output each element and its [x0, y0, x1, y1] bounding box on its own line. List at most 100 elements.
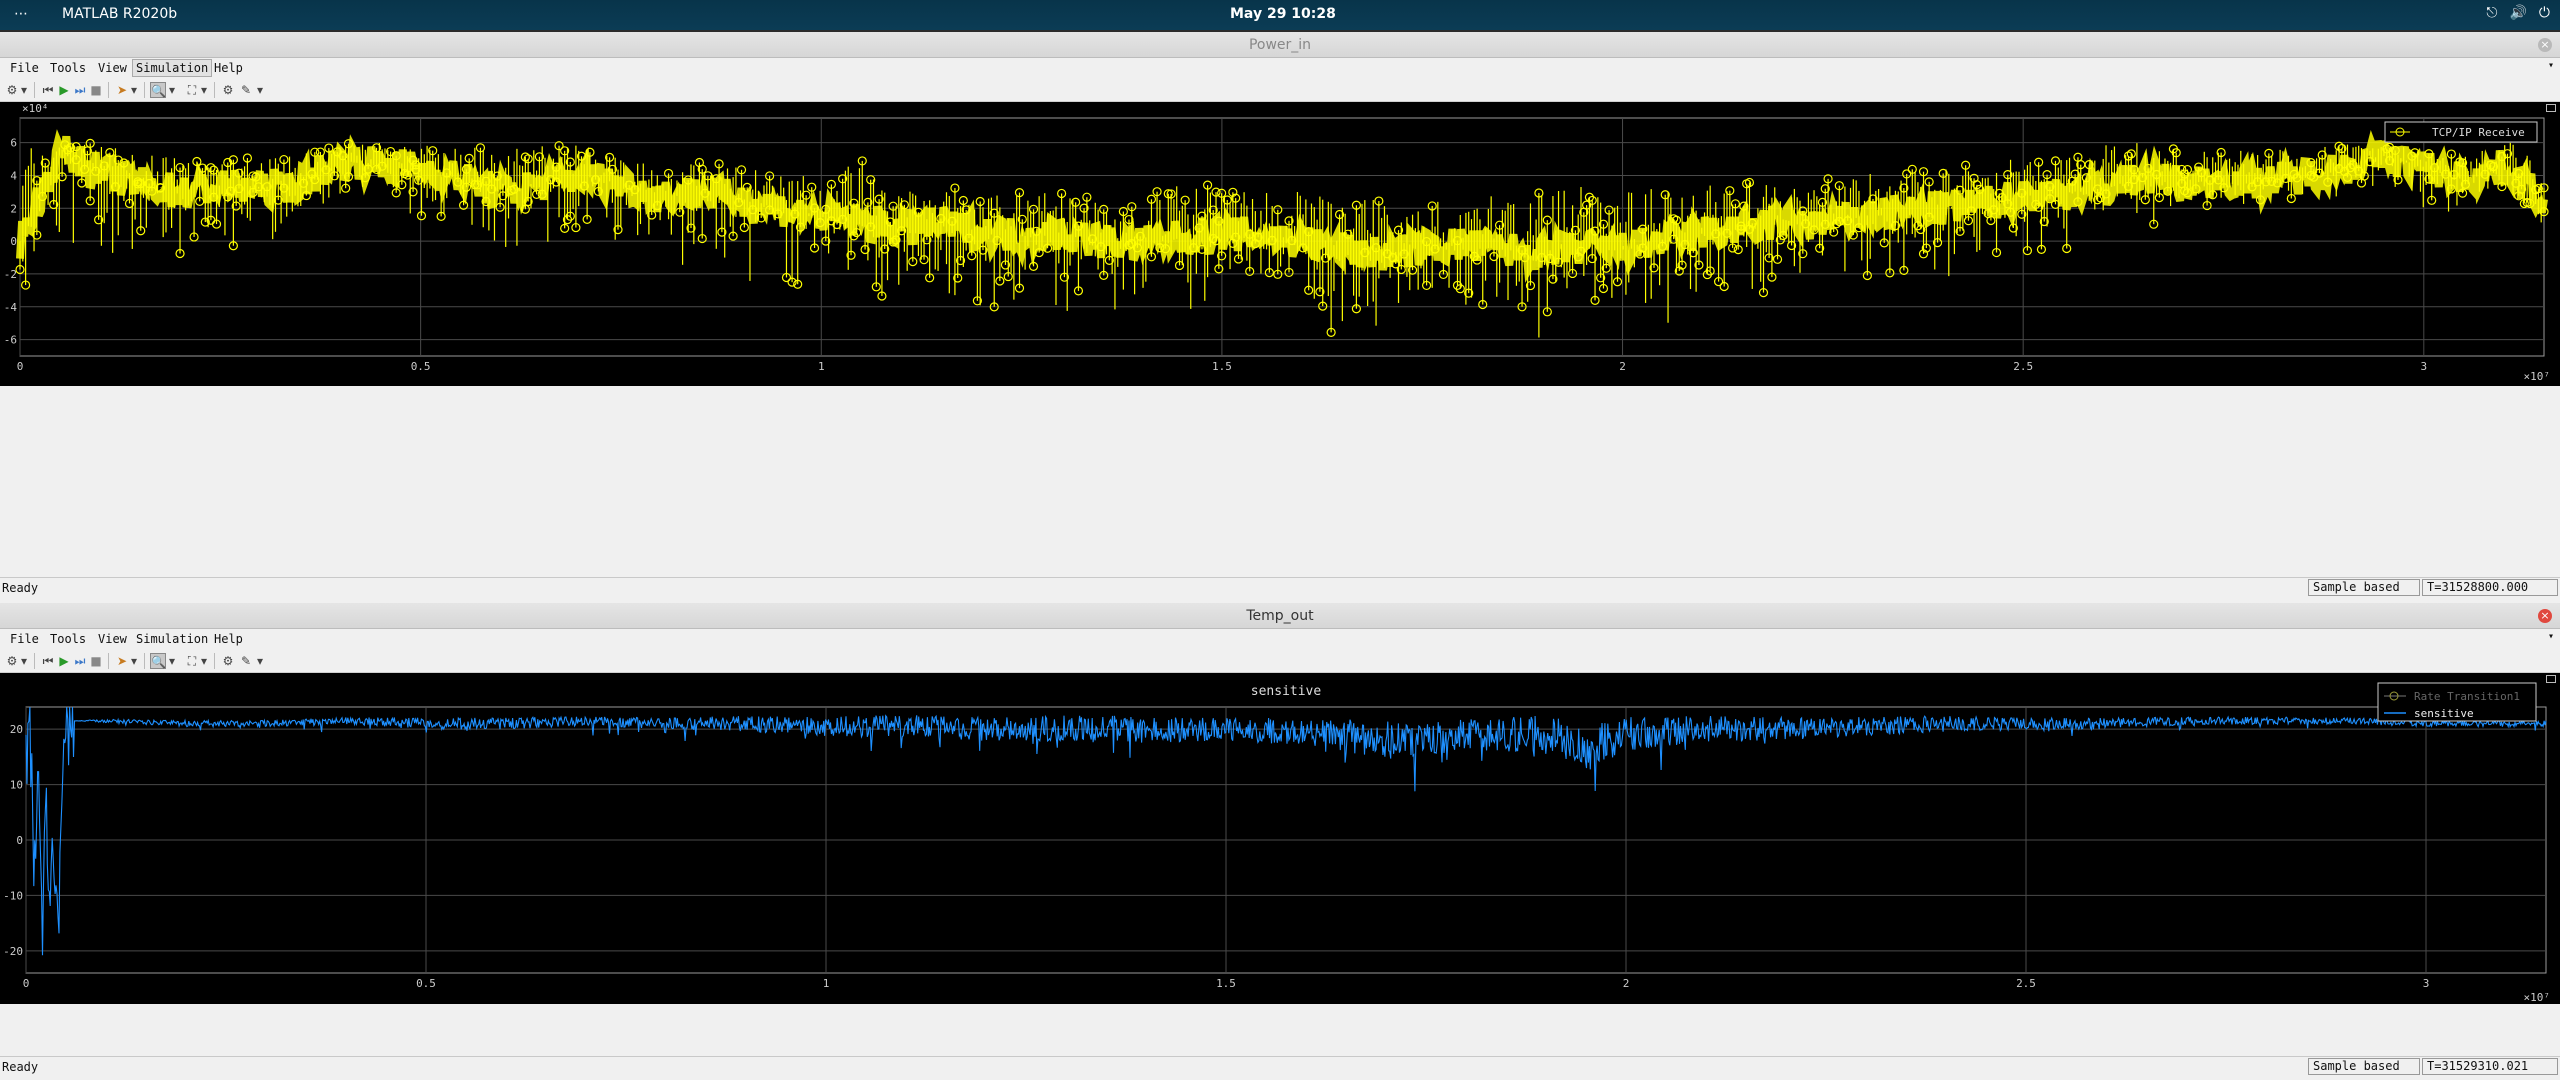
collapse-menu-icon[interactable]: ▾	[2548, 631, 2554, 642]
system-tray[interactable]: ⎋ 🔊 ⏻	[2486, 5, 2550, 21]
menu-help[interactable]: Help	[214, 632, 243, 646]
x-tick-label: 3	[2423, 977, 2430, 990]
dropdown-icon[interactable]: ▾	[168, 82, 176, 98]
y-tick-label: 2	[10, 202, 17, 215]
legend-entry: sensitive	[2414, 707, 2474, 720]
menubar: File Tools View Simulation Help ▾	[0, 58, 2560, 78]
triggers-icon[interactable]: ⚙	[220, 82, 236, 98]
undock-icon[interactable]	[2546, 104, 2556, 112]
y-tick-label: -10	[3, 889, 23, 902]
toolbar-separator	[108, 653, 109, 669]
dropdown-icon[interactable]: ▾	[20, 653, 28, 669]
legend-entry: Rate Transition1	[2414, 690, 2520, 703]
step-forward-icon[interactable]: ⏭	[72, 653, 88, 669]
y-tick-label: 0	[16, 834, 23, 847]
dropdown-icon[interactable]: ▾	[168, 653, 176, 669]
menu-tools[interactable]: Tools	[50, 632, 86, 646]
settings-icon[interactable]: ⚙	[4, 82, 20, 98]
run-icon[interactable]: ▶	[56, 653, 72, 669]
app-menu[interactable]: MATLAB R2020b	[62, 6, 177, 22]
status-text: Ready	[2, 581, 39, 595]
dropdown-icon[interactable]: ▾	[200, 82, 208, 98]
y-tick-label: -20	[3, 945, 23, 958]
stop-icon[interactable]: ■	[88, 653, 104, 669]
close-icon[interactable]: ×	[2538, 609, 2552, 623]
x-tick-label: 2.5	[2013, 360, 2033, 373]
undock-icon[interactable]	[2546, 675, 2556, 683]
y-tick-label: 0	[10, 235, 17, 248]
y-exponent-label: ×10⁴	[22, 102, 49, 115]
network-icon: ⎋	[2486, 5, 2498, 21]
temp-out-chart[interactable]: 0 0.5 1 1.5 2 2.5 3 20 10 0 -10 -20 sensitive ×10⁷ Rat…	[0, 673, 2560, 1004]
x-tick-label: 3	[2420, 360, 2427, 373]
system-top-bar: ⋯ MATLAB R2020b May 29 10:28 ⎋ 🔊 ⏻	[0, 0, 2560, 30]
window-titlebar[interactable]: Power_in ×	[0, 32, 2560, 58]
dropdown-icon[interactable]: ▾	[256, 653, 264, 669]
y-tick-label: -6	[4, 334, 17, 347]
collapse-menu-icon[interactable]: ▾	[2548, 60, 2554, 71]
menu-view[interactable]: View	[98, 61, 127, 75]
run-icon[interactable]: ▶	[56, 82, 72, 98]
y-tick-label: 4	[10, 169, 17, 182]
autoscale-icon[interactable]: ⛶	[184, 82, 200, 98]
plot-area[interactable]: 0 0.5 1 1.5 2 2.5 3 6 4 2 0 -2 -4 -6 ×10⁴ ×10⁷ TCP/IP Re…	[0, 102, 2560, 386]
chart-title: sensitive	[1251, 684, 1322, 699]
menubar: File Tools View Simulation Help ▾	[0, 629, 2560, 649]
window-title: Power_in	[1248, 37, 1312, 53]
menu-file[interactable]: File	[10, 632, 39, 646]
dropdown-icon[interactable]: ▾	[20, 82, 28, 98]
menu-simulation[interactable]: Simulation	[132, 59, 213, 77]
y-tick-label: 20	[10, 723, 23, 736]
status-bar: Ready Sample based T=31529310.021	[0, 1056, 2560, 1076]
power-in-chart[interactable]: 0 0.5 1 1.5 2 2.5 3 6 4 2 0 -2 -4 -6 ×10⁴ ×10⁷ TCP/IP Re…	[0, 102, 2560, 386]
toolbar-separator	[144, 82, 145, 98]
zoom-icon[interactable]: 🔍	[150, 82, 166, 98]
menu-file[interactable]: File	[10, 61, 39, 75]
x-tick-label: 1	[818, 360, 825, 373]
x-tick-label: 0.5	[411, 360, 431, 373]
dropdown-icon[interactable]: ▾	[200, 653, 208, 669]
sample-mode: Sample based	[2308, 1058, 2420, 1075]
x-tick-label: 0	[23, 977, 30, 990]
toolbar-separator	[214, 653, 215, 669]
autoscale-icon[interactable]: ⛶	[184, 653, 200, 669]
window-titlebar[interactable]: Temp_out ×	[0, 603, 2560, 629]
step-forward-icon[interactable]: ⏭	[72, 82, 88, 98]
zoom-icon[interactable]: 🔍	[150, 653, 166, 669]
measure-icon[interactable]: ✎	[238, 653, 254, 669]
measure-icon[interactable]: ✎	[238, 82, 254, 98]
settings-icon[interactable]: ⚙	[4, 653, 20, 669]
legend-entry: TCP/IP Receive	[2432, 126, 2525, 139]
scope-window-temp-out: Temp_out × File Tools View Simulation He…	[0, 603, 2560, 1080]
menu-tools[interactable]: Tools	[50, 61, 86, 75]
clock[interactable]: May 29 10:28	[1230, 6, 1336, 22]
step-back-icon[interactable]: ⏮	[40, 653, 56, 669]
menu-view[interactable]: View	[98, 632, 127, 646]
y-tick-label: 10	[10, 779, 23, 792]
step-back-icon[interactable]: ⏮	[40, 82, 56, 98]
toolbar: ⚙ ▾ ⏮ ▶ ⏭ ■ ➤ ▾ 🔍 ▾ ⛶ ▾ ⚙ ✎ ▾	[0, 78, 2560, 102]
x-tick-label: 0.5	[416, 977, 436, 990]
highlight-icon[interactable]: ➤	[114, 653, 130, 669]
highlight-icon[interactable]: ➤	[114, 82, 130, 98]
dropdown-icon[interactable]: ▾	[256, 82, 264, 98]
activities-button[interactable]: ⋯	[14, 6, 29, 22]
legend: Rate Transition1 sensitive	[2377, 682, 2537, 722]
toolbar-separator	[144, 653, 145, 669]
menu-simulation[interactable]: Simulation	[136, 632, 208, 646]
x-tick-label: 2.5	[2016, 977, 2036, 990]
y-tick-label: 6	[10, 137, 17, 150]
sim-time: T=31528800.000	[2422, 579, 2558, 596]
status-text: Ready	[2, 1060, 39, 1074]
toolbar-separator	[34, 653, 35, 669]
dropdown-icon[interactable]: ▾	[130, 653, 138, 669]
dropdown-icon[interactable]: ▾	[130, 82, 138, 98]
plot-area[interactable]: 0 0.5 1 1.5 2 2.5 3 20 10 0 -10 -20 sensitive ×10⁷ Rat…	[0, 673, 2560, 1004]
toolbar-separator	[108, 82, 109, 98]
x-tick-label: 1.5	[1212, 360, 1232, 373]
close-icon[interactable]: ×	[2538, 38, 2552, 52]
triggers-icon[interactable]: ⚙	[220, 653, 236, 669]
stop-icon[interactable]: ■	[88, 82, 104, 98]
sim-time: T=31529310.021	[2422, 1058, 2558, 1075]
menu-help[interactable]: Help	[214, 61, 243, 75]
